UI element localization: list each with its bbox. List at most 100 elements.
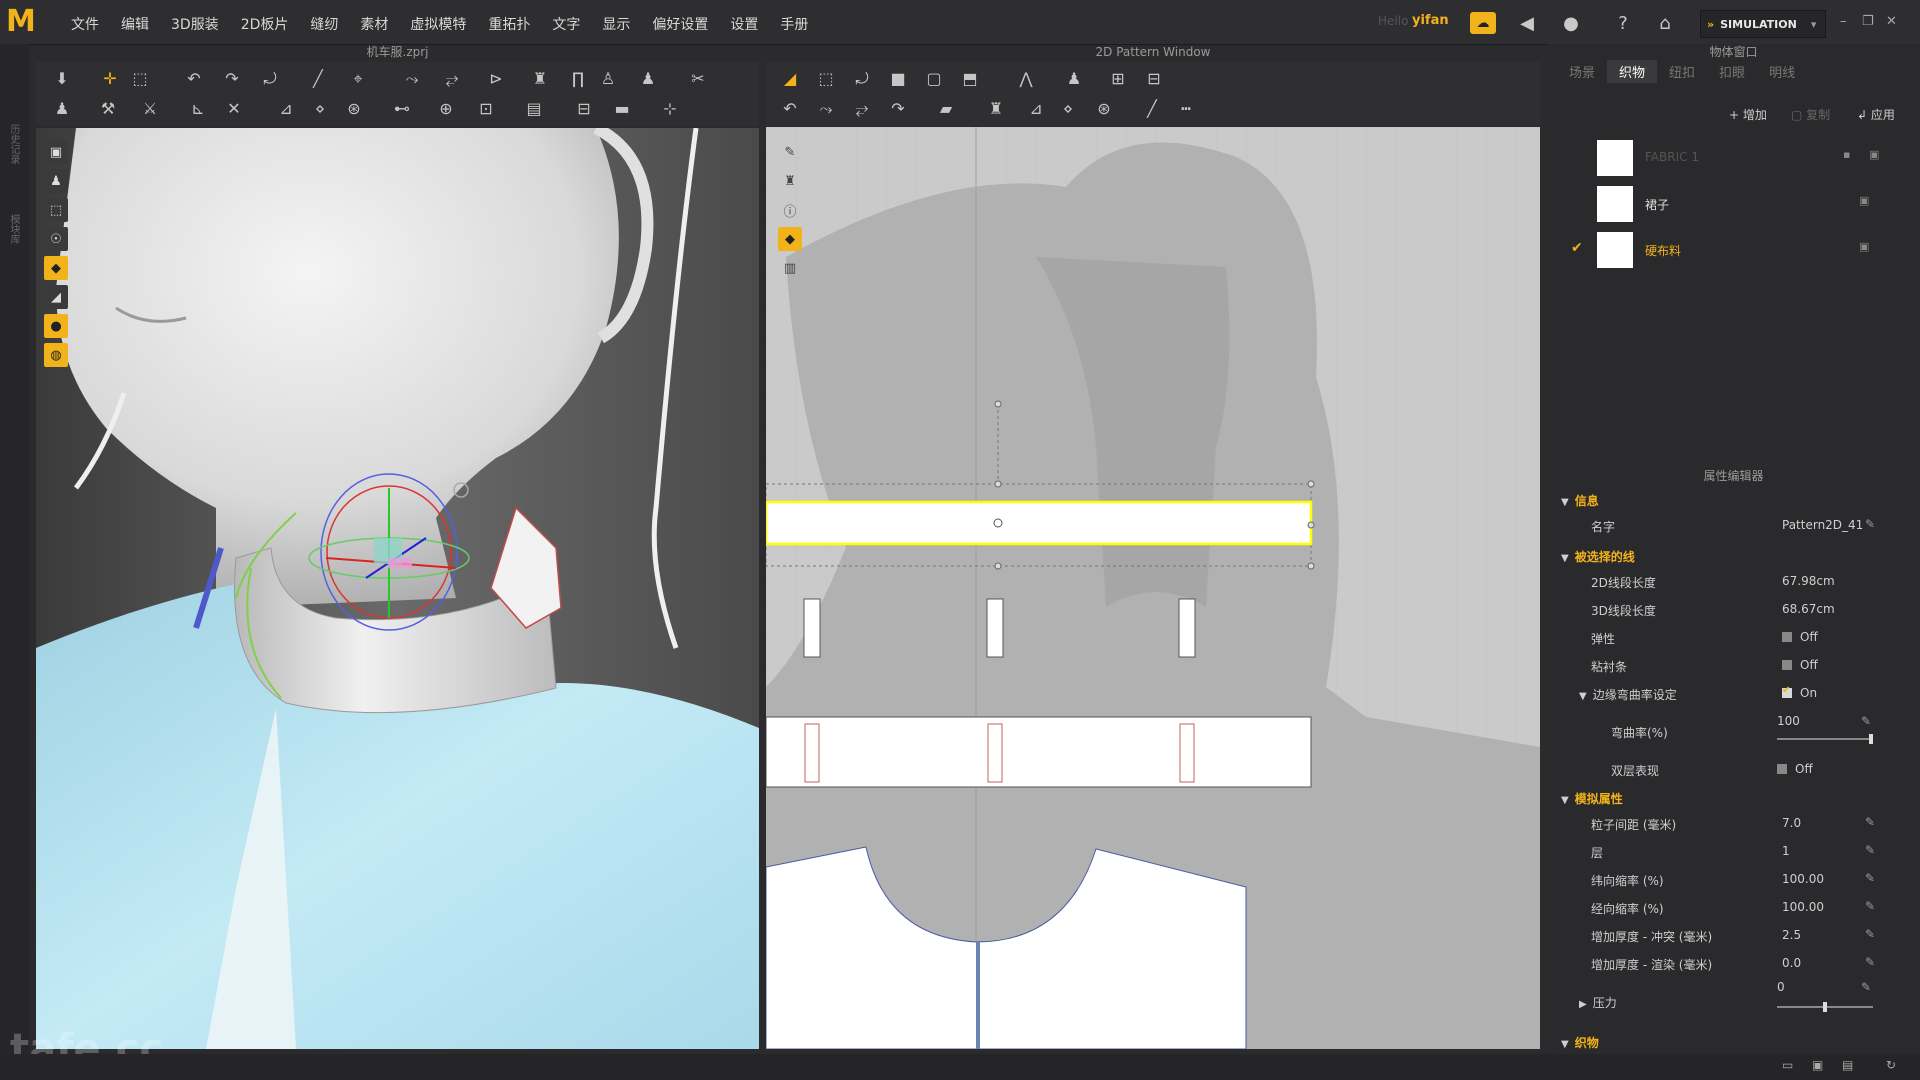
pencil-icon[interactable]: ✎ — [1865, 927, 1875, 941]
avatar-display-icon[interactable]: ● — [44, 314, 68, 338]
apply-fabric-button[interactable]: ↲ 应用 — [1857, 106, 1895, 123]
garment-2d-icon[interactable]: ♜ — [984, 98, 1008, 120]
sew-icon[interactable]: ⤳ — [400, 68, 424, 90]
save-icon[interactable]: ▣ — [1859, 240, 1869, 253]
cloud-icon[interactable]: ☁ — [1470, 12, 1496, 34]
flat-icon[interactable]: ▬ — [610, 98, 634, 120]
edit-pattern-icon[interactable]: ⬚ — [814, 68, 838, 90]
layer-value[interactable]: 1 — [1782, 844, 1790, 858]
buttonhole-2d-icon[interactable]: ⋄ — [1056, 98, 1080, 120]
slider-knob[interactable] — [1869, 734, 1873, 744]
curvature-checkbox[interactable]: On — [1782, 685, 1817, 700]
save-icon[interactable]: ▣ — [1869, 148, 1879, 161]
pants-icon[interactable]: ∏ — [566, 68, 590, 90]
bbox-handle-tr[interactable] — [1307, 480, 1315, 488]
zip-2d-icon[interactable]: ⊛ — [1092, 98, 1116, 120]
fit-icon[interactable]: ⊾ — [186, 98, 210, 120]
layout-single-icon[interactable]: ▭ — [1782, 1058, 1793, 1072]
environment-icon[interactable]: ◍ — [44, 343, 68, 367]
user-icon[interactable]: ● — [1558, 12, 1584, 34]
slider-knob[interactable] — [1823, 1002, 1827, 1012]
pencil-icon[interactable]: ✎ — [1861, 714, 1871, 728]
avatar-arrange-icon[interactable]: ♟ — [636, 68, 660, 90]
warp-shrinkage-value[interactable]: 100.00 — [1782, 900, 1824, 914]
trace-icon[interactable]: ✕ — [222, 98, 246, 120]
minimize-icon[interactable]: – — [1840, 14, 1847, 29]
tab-buttonhole[interactable]: 扣眼 — [1707, 60, 1757, 83]
lock-icon[interactable]: ▥ — [778, 256, 802, 280]
fold-2d-icon[interactable]: ▰ — [934, 98, 958, 120]
brush-icon[interactable]: ⚒ — [96, 98, 120, 120]
menu-retopology[interactable]: 重拓扑 — [477, 0, 541, 44]
edit-curvature-icon[interactable]: ⤾ — [850, 68, 874, 90]
menu-file[interactable]: 文件 — [60, 0, 110, 44]
transform-pattern-icon[interactable]: ◢ — [778, 68, 802, 90]
help-icon[interactable]: ? — [1610, 12, 1636, 34]
pencil-icon[interactable]: ✎ — [1865, 843, 1875, 857]
tab-topstitch[interactable]: 明线 — [1757, 60, 1807, 83]
thickness-render-value[interactable]: 0.0 — [1782, 956, 1801, 970]
shrink-icon[interactable]: ⊟ — [572, 98, 596, 120]
curvature-slider[interactable] — [1777, 734, 1873, 744]
texture-view-icon[interactable]: ◆ — [44, 256, 68, 280]
2d-length-value[interactable]: 67.98cm — [1782, 574, 1835, 588]
library-tab[interactable]: 模块库 — [8, 214, 21, 244]
texture-icon[interactable]: ▤ — [522, 98, 546, 120]
move-tool-icon[interactable]: ✛ — [98, 68, 122, 90]
segment-sew-icon[interactable]: ↶ — [778, 98, 802, 120]
pencil-icon[interactable]: ✎ — [1865, 871, 1875, 885]
tab-fabric[interactable]: 织物 — [1607, 60, 1658, 83]
restore-icon[interactable]: ❐ — [1862, 14, 1874, 29]
hanger-icon[interactable]: ⌂ — [1652, 12, 1678, 34]
dashed-line-icon[interactable]: ┅ — [1174, 98, 1198, 120]
fabric-item[interactable]: ✔ 硬布料 ▣ — [1547, 226, 1920, 270]
pin-icon[interactable]: ⊳ — [484, 68, 508, 90]
transform-icon[interactable]: ⬚ — [128, 68, 152, 90]
select-mesh-icon[interactable]: ⬇ — [50, 68, 74, 90]
button-tool-icon[interactable]: ⊿ — [274, 98, 298, 120]
avatar-icon[interactable]: ♙ — [596, 68, 620, 90]
tape-2d-icon[interactable]: ╱ — [1140, 98, 1164, 120]
2d-viewport[interactable] — [766, 127, 1540, 1049]
double-checkbox[interactable]: Off — [1777, 762, 1813, 776]
pressure-value[interactable]: 0 — [1777, 980, 1785, 994]
check-sewing-icon[interactable]: ↷ — [886, 98, 910, 120]
section-fabric[interactable]: ▼ 织物 — [1561, 1034, 1599, 1051]
collar-band-pattern[interactable] — [766, 716, 1312, 788]
pencil-icon[interactable]: ✎ — [1865, 517, 1875, 531]
menu-avatar[interactable]: 虚拟模特 — [399, 0, 477, 44]
layout-2d-icon[interactable]: ▤ — [1842, 1058, 1853, 1072]
camera-icon[interactable]: ▣ — [44, 140, 68, 164]
garment-icon[interactable]: ♜ — [528, 68, 552, 90]
graphic-icon[interactable]: ⊡ — [474, 98, 498, 120]
info-icon[interactable]: ⓘ — [778, 198, 802, 222]
pressure-slider[interactable] — [1777, 1002, 1873, 1012]
selected-collar-pattern[interactable] — [766, 500, 1313, 546]
layout-3d-icon[interactable]: ▣ — [1812, 1058, 1823, 1072]
speaker-icon[interactable]: ◀ — [1514, 12, 1540, 34]
weft-shrinkage-value[interactable]: 100.00 — [1782, 872, 1824, 886]
menu-edit[interactable]: 编辑 — [110, 0, 160, 44]
section-selected-line[interactable]: ▼ 被选择的线 — [1561, 548, 1635, 565]
curvature-group-toggle[interactable]: ▼ 边缘弯曲率设定 — [1579, 686, 1677, 703]
section-sim-props[interactable]: ▼ 模拟属性 — [1561, 790, 1623, 807]
tape-icon[interactable]: ⚔ — [138, 98, 162, 120]
tab-scene[interactable]: 场景 — [1557, 60, 1607, 83]
grading-icon[interactable]: ⊟ — [1142, 68, 1166, 90]
rotation-handle[interactable] — [994, 400, 1002, 408]
menu-settings[interactable]: 设置 — [719, 0, 769, 44]
bbox-handle-t[interactable] — [994, 480, 1002, 488]
button-2d-icon[interactable]: ⊿ — [1024, 98, 1048, 120]
free-sew-2d-icon[interactable]: ⤳ — [814, 98, 838, 120]
measure-icon[interactable]: ✂ — [686, 68, 710, 90]
pencil-icon[interactable]: ✎ — [1865, 815, 1875, 829]
avatar-view-icon[interactable]: ♟ — [44, 169, 68, 193]
buttonhole-icon[interactable]: ⋄ — [308, 98, 332, 120]
tab-pattern-2[interactable] — [986, 598, 1004, 658]
pencil-icon[interactable]: ✎ — [1865, 955, 1875, 969]
menu-3d-garment[interactable]: 3D服装 — [160, 0, 230, 44]
pattern-view-icon[interactable]: ⬚ — [44, 198, 68, 222]
history-tab[interactable]: 历史记录 — [8, 124, 21, 164]
save-icon[interactable]: ▣ — [1859, 194, 1869, 207]
puckering-icon[interactable]: ⊷ — [390, 98, 414, 120]
